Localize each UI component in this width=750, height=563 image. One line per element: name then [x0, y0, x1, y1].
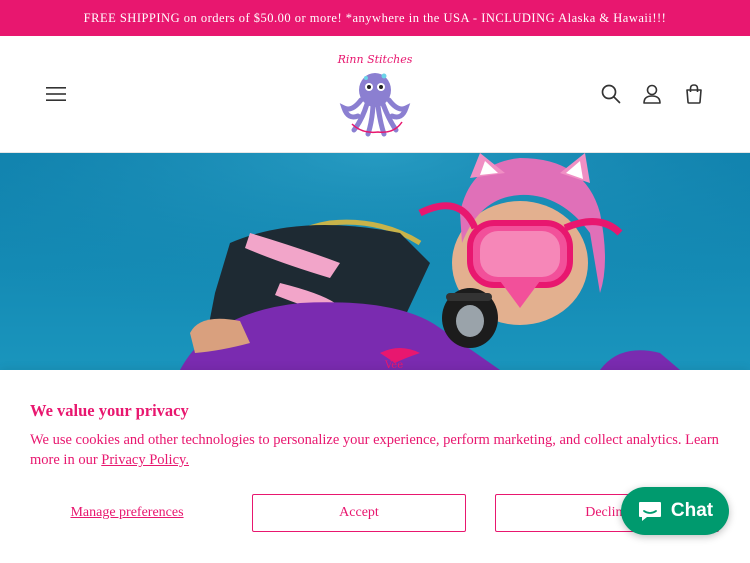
octopus-logo-icon: Rinn Stitches [337, 53, 413, 137]
site-logo[interactable]: Rinn Stitches [334, 50, 416, 138]
hero-overlay-text: Vee [384, 360, 403, 370]
hero-diver-image: Vee [0, 153, 750, 370]
menu-button[interactable] [42, 80, 70, 108]
chat-button[interactable]: Chat [621, 487, 729, 535]
accept-button[interactable]: Accept [252, 494, 466, 532]
privacy-policy-link[interactable]: Privacy Policy. [101, 452, 189, 468]
announcement-text: FREE SHIPPING on orders of $50.00 or mor… [83, 10, 667, 25]
consent-message: We use cookies and other technologies to… [30, 430, 720, 470]
site-header: Rinn Stitches [0, 36, 750, 153]
cart-icon [686, 84, 702, 104]
account-icon [643, 84, 661, 104]
menu-icon [46, 87, 66, 101]
chat-label: Chat [670, 500, 714, 521]
cart-button[interactable] [680, 80, 708, 108]
chat-bubble-icon [638, 502, 661, 521]
announcement-bar: FREE SHIPPING on orders of $50.00 or mor… [0, 0, 750, 36]
search-icon [601, 84, 621, 104]
search-button[interactable] [597, 80, 625, 108]
hero-banner[interactable]: Vee [0, 153, 750, 370]
consent-title: We value your privacy [30, 401, 189, 420]
account-button[interactable] [638, 80, 666, 108]
svg-text:Rinn Stitches: Rinn Stitches [337, 53, 413, 66]
manage-preferences-button[interactable]: Manage preferences [30, 494, 224, 532]
